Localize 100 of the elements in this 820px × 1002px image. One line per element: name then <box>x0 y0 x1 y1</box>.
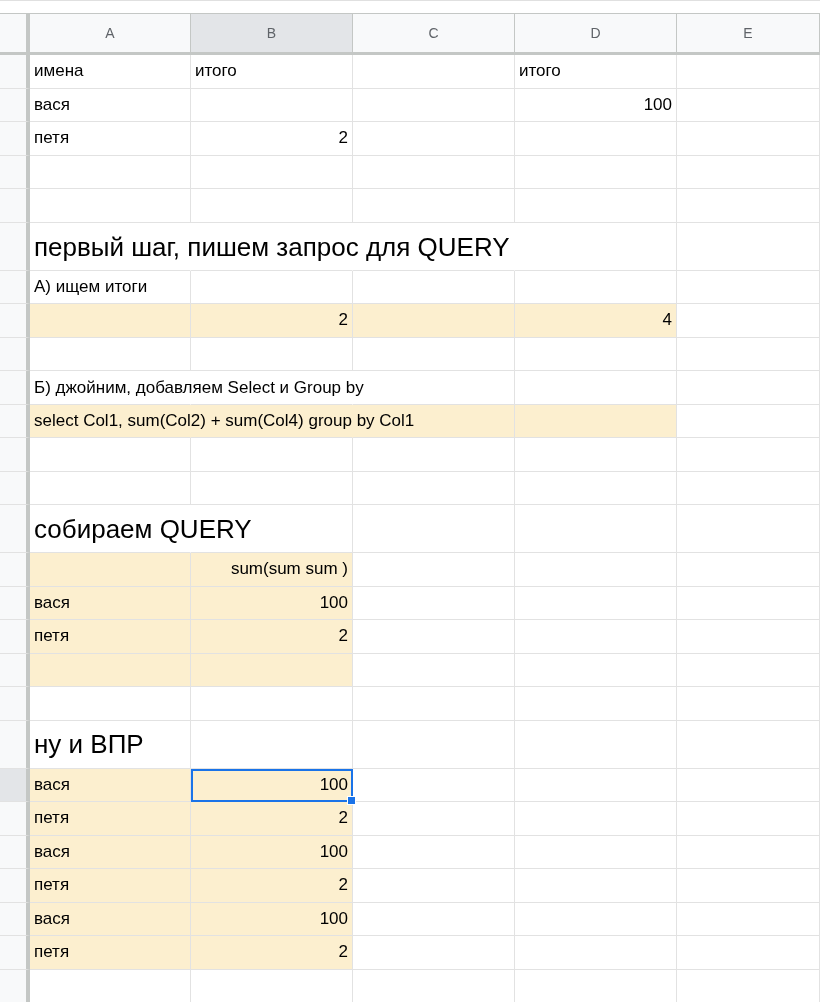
table-cell[interactable] <box>353 270 515 304</box>
table-cell[interactable] <box>191 189 353 223</box>
table-cell[interactable] <box>677 620 820 654</box>
table-cell[interactable] <box>677 802 820 836</box>
table-cell[interactable]: первый шаг, пишем запрос для QUERY <box>30 222 677 271</box>
table-cell[interactable] <box>191 687 353 721</box>
table-cell[interactable] <box>30 687 191 721</box>
table-cell[interactable] <box>515 936 677 970</box>
table-cell[interactable] <box>677 471 820 505</box>
table-cell[interactable]: петя <box>30 936 191 970</box>
table-cell[interactable]: Б) джойним, добавляем Select и Group by <box>30 371 515 405</box>
column-header[interactable]: C <box>353 14 515 52</box>
row-header[interactable] <box>0 270 30 304</box>
table-cell[interactable] <box>515 270 677 304</box>
table-cell[interactable] <box>515 620 677 654</box>
table-cell[interactable] <box>515 768 677 802</box>
row-header[interactable] <box>0 189 30 223</box>
table-cell[interactable]: 2 <box>191 304 353 338</box>
table-cell[interactable] <box>515 869 677 903</box>
column-header[interactable]: A <box>30 14 191 52</box>
table-cell[interactable] <box>677 304 820 338</box>
table-cell[interactable] <box>515 553 677 587</box>
table-cell[interactable] <box>191 155 353 189</box>
row-header[interactable] <box>0 222 30 271</box>
table-cell[interactable] <box>677 553 820 587</box>
table-cell[interactable] <box>515 404 677 438</box>
table-cell[interactable] <box>353 122 515 156</box>
row-header[interactable] <box>0 122 30 156</box>
table-cell[interactable] <box>191 270 353 304</box>
table-cell[interactable]: имена <box>30 55 191 89</box>
table-cell[interactable]: вася <box>30 88 191 122</box>
table-cell[interactable] <box>191 438 353 472</box>
table-cell[interactable] <box>30 653 191 687</box>
table-cell[interactable] <box>515 471 677 505</box>
table-cell[interactable] <box>30 304 191 338</box>
table-cell[interactable] <box>677 404 820 438</box>
table-cell[interactable] <box>353 337 515 371</box>
row-header[interactable] <box>0 155 30 189</box>
row-header[interactable] <box>0 653 30 687</box>
table-cell[interactable]: 2 <box>191 936 353 970</box>
row-header[interactable] <box>0 620 30 654</box>
table-cell[interactable] <box>677 586 820 620</box>
table-cell[interactable] <box>677 55 820 89</box>
column-header[interactable]: B <box>191 14 353 52</box>
row-header[interactable] <box>0 969 30 1002</box>
table-cell[interactable] <box>353 304 515 338</box>
table-cell[interactable] <box>353 720 515 769</box>
table-cell[interactable]: петя <box>30 802 191 836</box>
table-cell[interactable] <box>353 768 515 802</box>
row-header[interactable] <box>0 802 30 836</box>
column-header[interactable]: D <box>515 14 677 52</box>
table-cell[interactable] <box>677 88 820 122</box>
table-cell[interactable] <box>515 438 677 472</box>
row-header[interactable] <box>0 586 30 620</box>
column-header[interactable]: E <box>677 14 820 52</box>
table-cell[interactable] <box>677 720 820 769</box>
table-cell[interactable]: 2 <box>191 122 353 156</box>
table-cell[interactable] <box>515 371 677 405</box>
row-header[interactable] <box>0 337 30 371</box>
table-cell[interactable] <box>677 155 820 189</box>
table-cell[interactable]: вася <box>30 768 191 802</box>
table-cell[interactable] <box>353 687 515 721</box>
table-cell[interactable] <box>353 553 515 587</box>
table-cell[interactable]: петя <box>30 620 191 654</box>
table-cell[interactable] <box>677 505 820 553</box>
table-cell[interactable]: А) ищем итоги <box>30 270 191 304</box>
table-cell[interactable] <box>30 155 191 189</box>
row-header[interactable] <box>0 902 30 936</box>
fill-handle[interactable] <box>347 796 356 805</box>
table-cell[interactable]: собираем QUERY <box>30 505 353 553</box>
table-cell[interactable]: select Col1, sum(Col2) + sum(Col4) group by Col1 <box>30 404 515 438</box>
table-cell[interactable]: петя <box>30 869 191 903</box>
table-cell[interactable] <box>353 620 515 654</box>
table-cell[interactable]: 100 <box>191 586 353 620</box>
table-cell[interactable] <box>677 270 820 304</box>
row-header[interactable] <box>0 404 30 438</box>
table-cell[interactable]: sum(sum sum ) <box>191 553 353 587</box>
table-cell[interactable]: 2 <box>191 802 353 836</box>
row-header[interactable] <box>0 505 30 553</box>
table-cell[interactable]: 100 <box>515 88 677 122</box>
table-cell[interactable] <box>677 189 820 223</box>
table-cell[interactable] <box>353 155 515 189</box>
table-cell[interactable] <box>191 720 353 769</box>
row-header[interactable] <box>0 471 30 505</box>
table-cell[interactable] <box>353 835 515 869</box>
table-cell[interactable] <box>515 835 677 869</box>
table-cell[interactable] <box>191 88 353 122</box>
row-header[interactable] <box>0 768 30 802</box>
table-cell[interactable] <box>191 337 353 371</box>
table-cell[interactable] <box>677 653 820 687</box>
table-cell[interactable] <box>191 653 353 687</box>
table-cell[interactable]: вася <box>30 902 191 936</box>
row-header[interactable] <box>0 55 30 89</box>
select-all-corner[interactable] <box>0 14 30 52</box>
table-cell[interactable] <box>677 371 820 405</box>
table-cell[interactable] <box>353 505 515 553</box>
table-cell[interactable] <box>677 936 820 970</box>
table-cell[interactable] <box>515 505 677 553</box>
row-header[interactable] <box>0 835 30 869</box>
table-cell[interactable]: 100 <box>191 902 353 936</box>
